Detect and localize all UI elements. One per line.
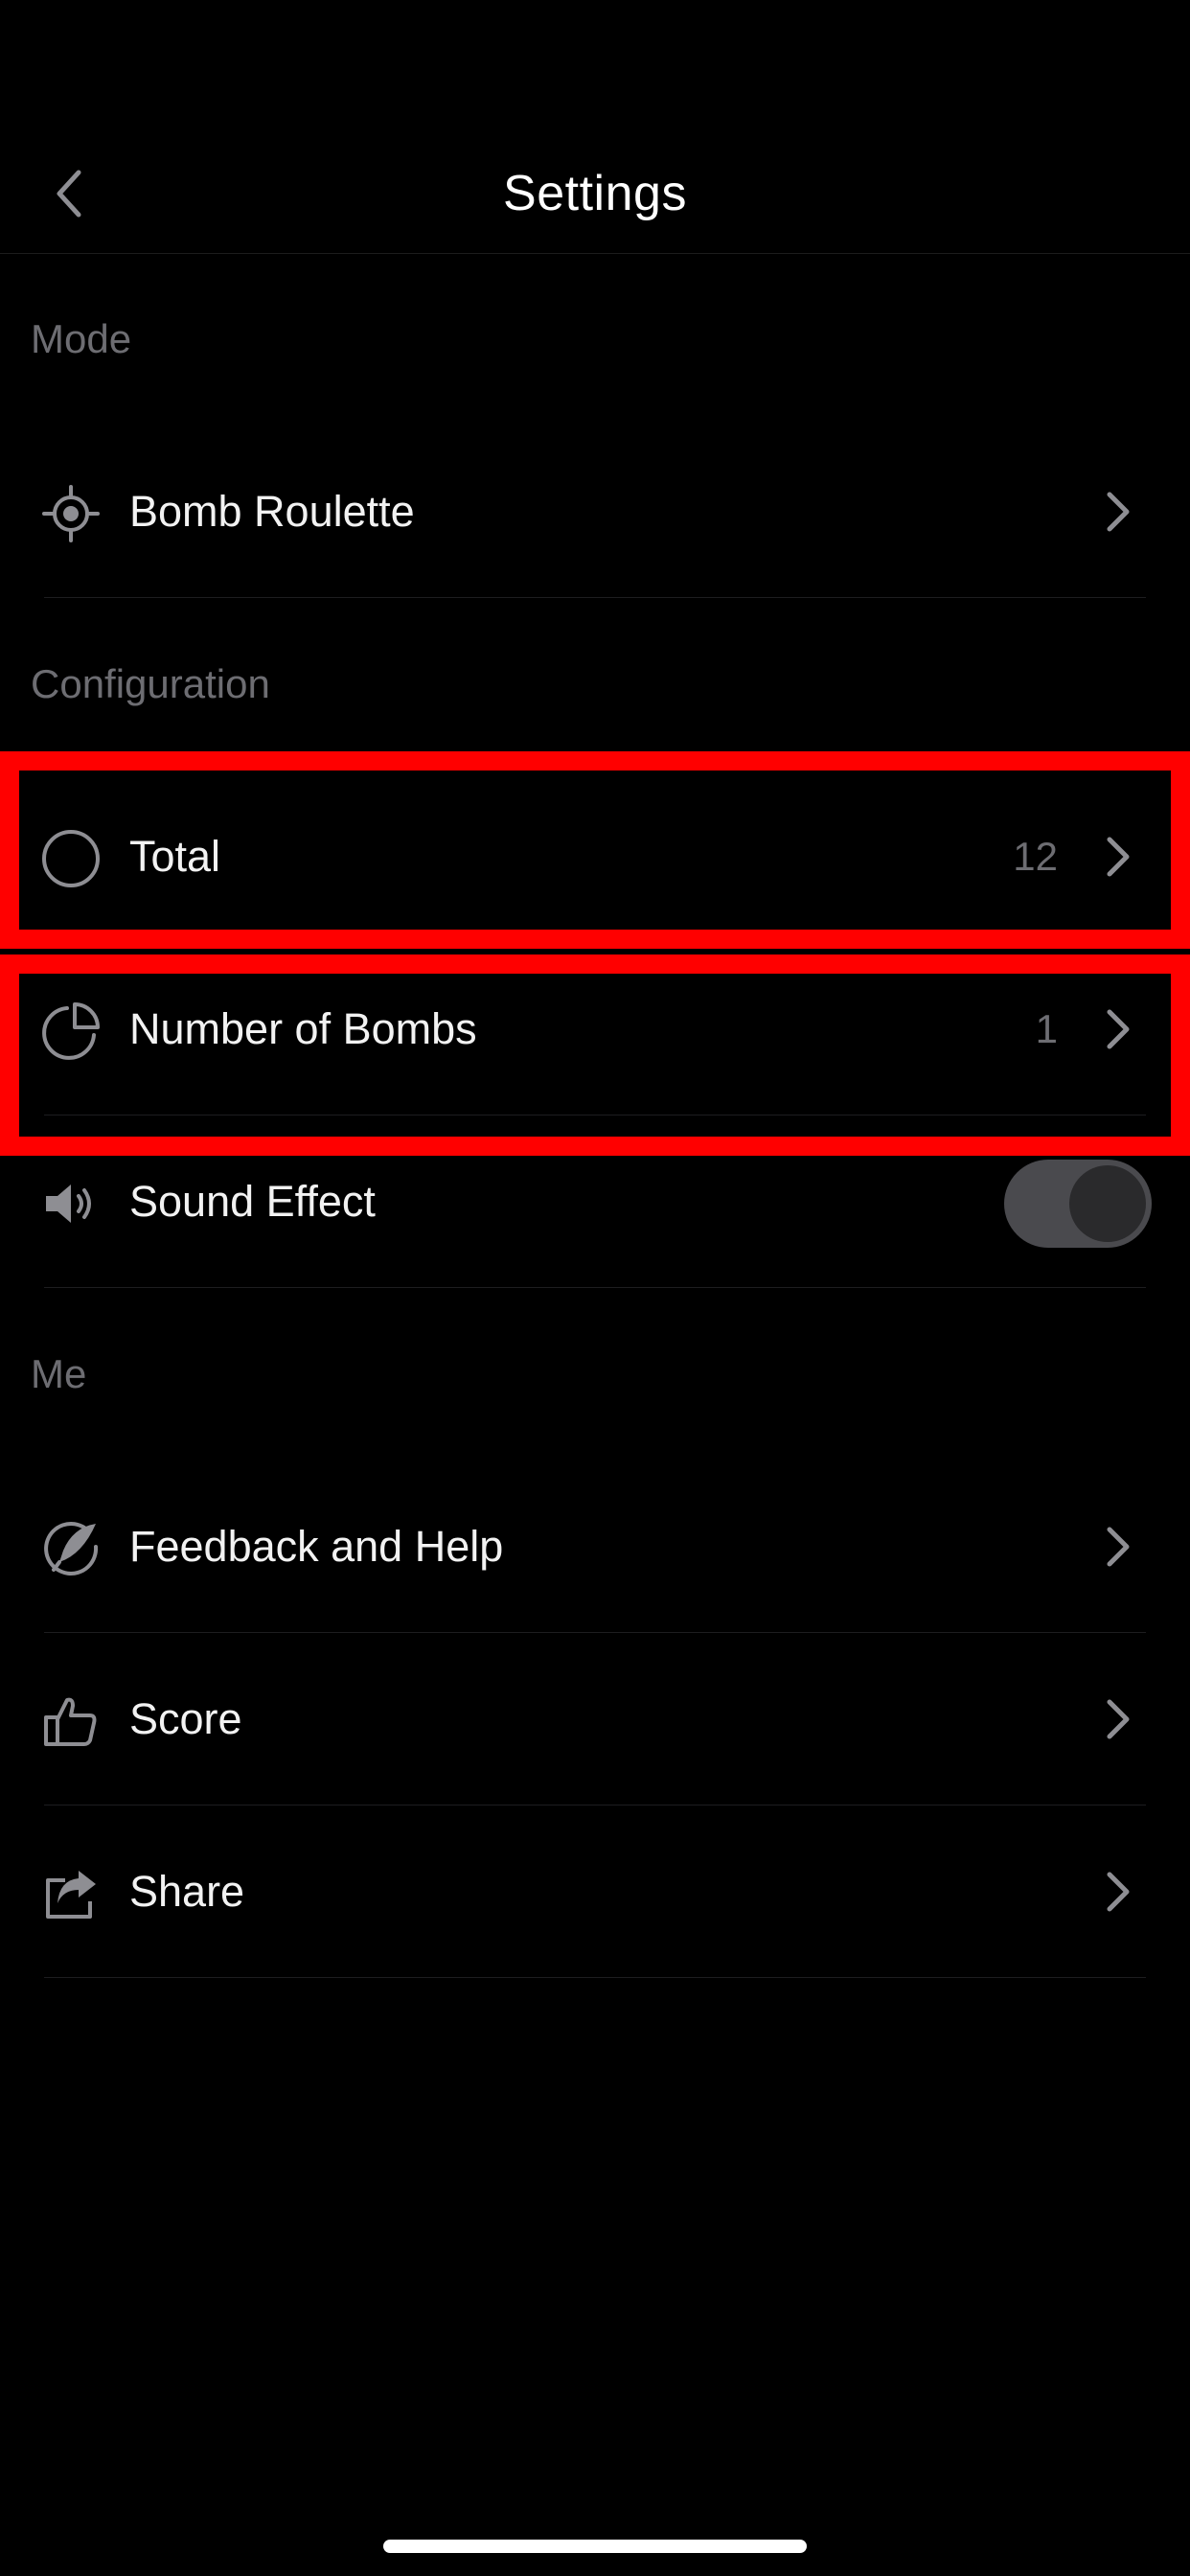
settings-row-feedback-and-help[interactable]: Feedback and Help [0,1460,1190,1633]
settings-row-bomb-roulette[interactable]: Bomb Roulette [0,426,1190,598]
speaker-icon [40,1173,102,1234]
settings-row-share[interactable]: Share [0,1806,1190,1978]
share-icon [40,1863,102,1924]
page-title: Settings [503,166,687,221]
row-label: Bomb Roulette [129,487,415,536]
feather-pen-icon [40,1518,102,1579]
chevron-right-icon [1094,1524,1140,1570]
section-header-mode: Mode [31,316,132,361]
thumbs-up-icon [40,1690,102,1752]
row-label: Feedback and Help [129,1522,504,1571]
chevron-right-icon [1094,1696,1140,1742]
toggle-knob [1069,1165,1146,1242]
row-divider [44,1287,1146,1288]
back-button[interactable] [38,163,100,224]
chevron-right-icon [1094,1869,1140,1915]
target-icon [40,483,102,544]
home-indicator [383,2540,807,2553]
row-label: Share [129,1867,245,1916]
navigation-bar: Settings [0,134,1190,254]
highlight-box-total [0,751,1190,949]
chevron-left-icon [57,170,81,218]
row-divider [44,1977,1146,1978]
sound-effect-toggle[interactable] [1004,1160,1152,1248]
settings-row-score[interactable]: Score [0,1633,1190,1806]
section-header-configuration: Configuration [31,661,270,706]
highlight-box-number-of-bombs [0,954,1190,1156]
chevron-right-icon [1094,489,1140,535]
row-divider [44,597,1146,598]
section-header-me: Me [31,1351,87,1396]
row-label: Score [129,1694,242,1743]
